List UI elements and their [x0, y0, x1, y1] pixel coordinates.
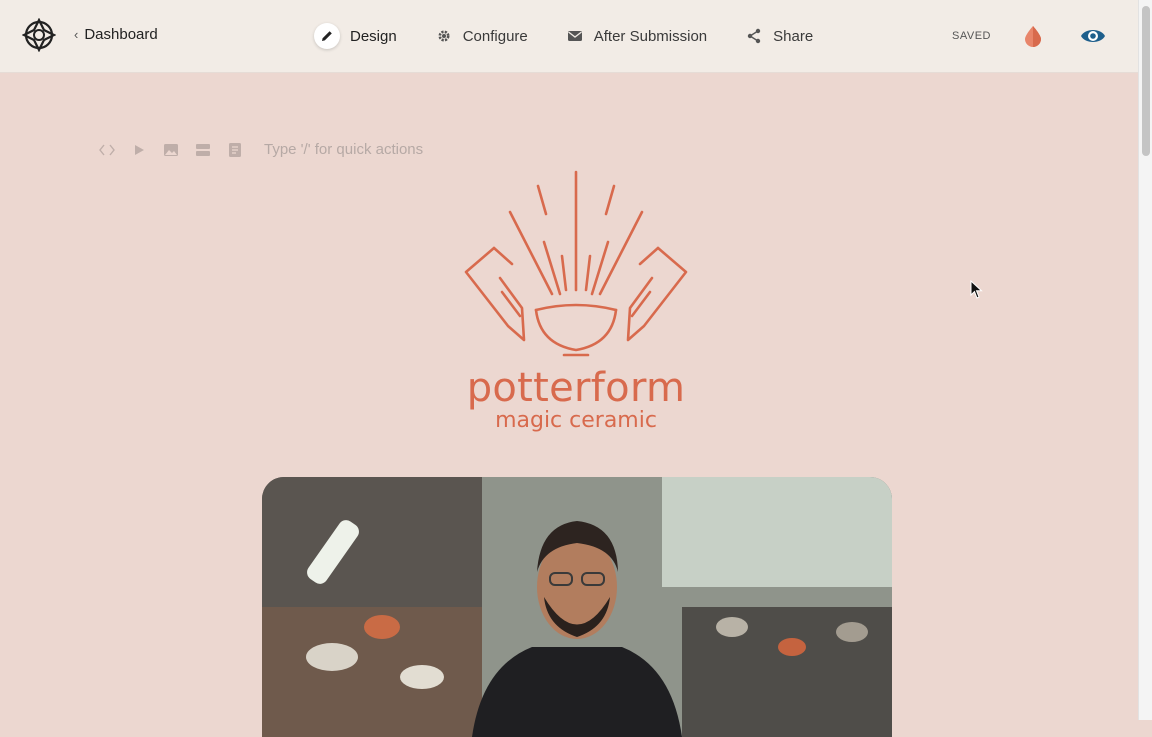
app-logo-icon[interactable]: [22, 18, 56, 52]
quick-actions-input[interactable]: [262, 140, 526, 159]
gear-icon: [435, 27, 453, 45]
pencil-icon: [314, 23, 340, 49]
save-status: SAVED: [952, 30, 991, 42]
code-icon[interactable]: [98, 141, 116, 159]
tab-design[interactable]: Design: [314, 22, 397, 50]
pottery-hands-logo-icon: [464, 170, 688, 357]
hero-image[interactable]: [262, 477, 892, 737]
play-icon[interactable]: [130, 141, 148, 159]
divider-icon[interactable]: [194, 141, 212, 159]
page-scrollbar[interactable]: [1138, 0, 1152, 720]
quick-actions-bar: [98, 140, 526, 159]
tab-after-submission[interactable]: After Submission: [566, 22, 707, 50]
tab-label: After Submission: [593, 27, 708, 45]
brand-tagline: magic ceramic: [495, 408, 657, 433]
tab-label: Share: [773, 27, 814, 45]
tab-label: Configure: [462, 27, 528, 45]
back-label: Dashboard: [84, 26, 158, 43]
tab-label: Design: [350, 27, 397, 45]
preview-eye-icon[interactable]: [1079, 24, 1107, 48]
mouse-pointer-icon: [970, 280, 983, 299]
top-bar: ‹ Dashboard Design Configure After Submi…: [0, 0, 1138, 73]
envelope-icon: [566, 27, 584, 45]
potter-workshop-photo: [262, 477, 892, 737]
back-to-dashboard-link[interactable]: ‹ Dashboard: [74, 26, 158, 43]
tab-configure[interactable]: Configure: [435, 22, 528, 50]
image-icon[interactable]: [162, 141, 180, 159]
theme-drop-icon[interactable]: [1021, 24, 1045, 48]
share-icon: [745, 27, 763, 45]
brand-block: potterform magic ceramic: [440, 168, 712, 448]
main-tabs: Design Configure After Submission Share: [314, 22, 851, 50]
chevron-left-icon: ‹: [74, 27, 79, 42]
scrollbar-thumb[interactable]: [1142, 6, 1150, 156]
tab-share[interactable]: Share: [745, 22, 813, 50]
brand-name: potterform: [466, 365, 686, 411]
document-icon[interactable]: [226, 141, 244, 159]
